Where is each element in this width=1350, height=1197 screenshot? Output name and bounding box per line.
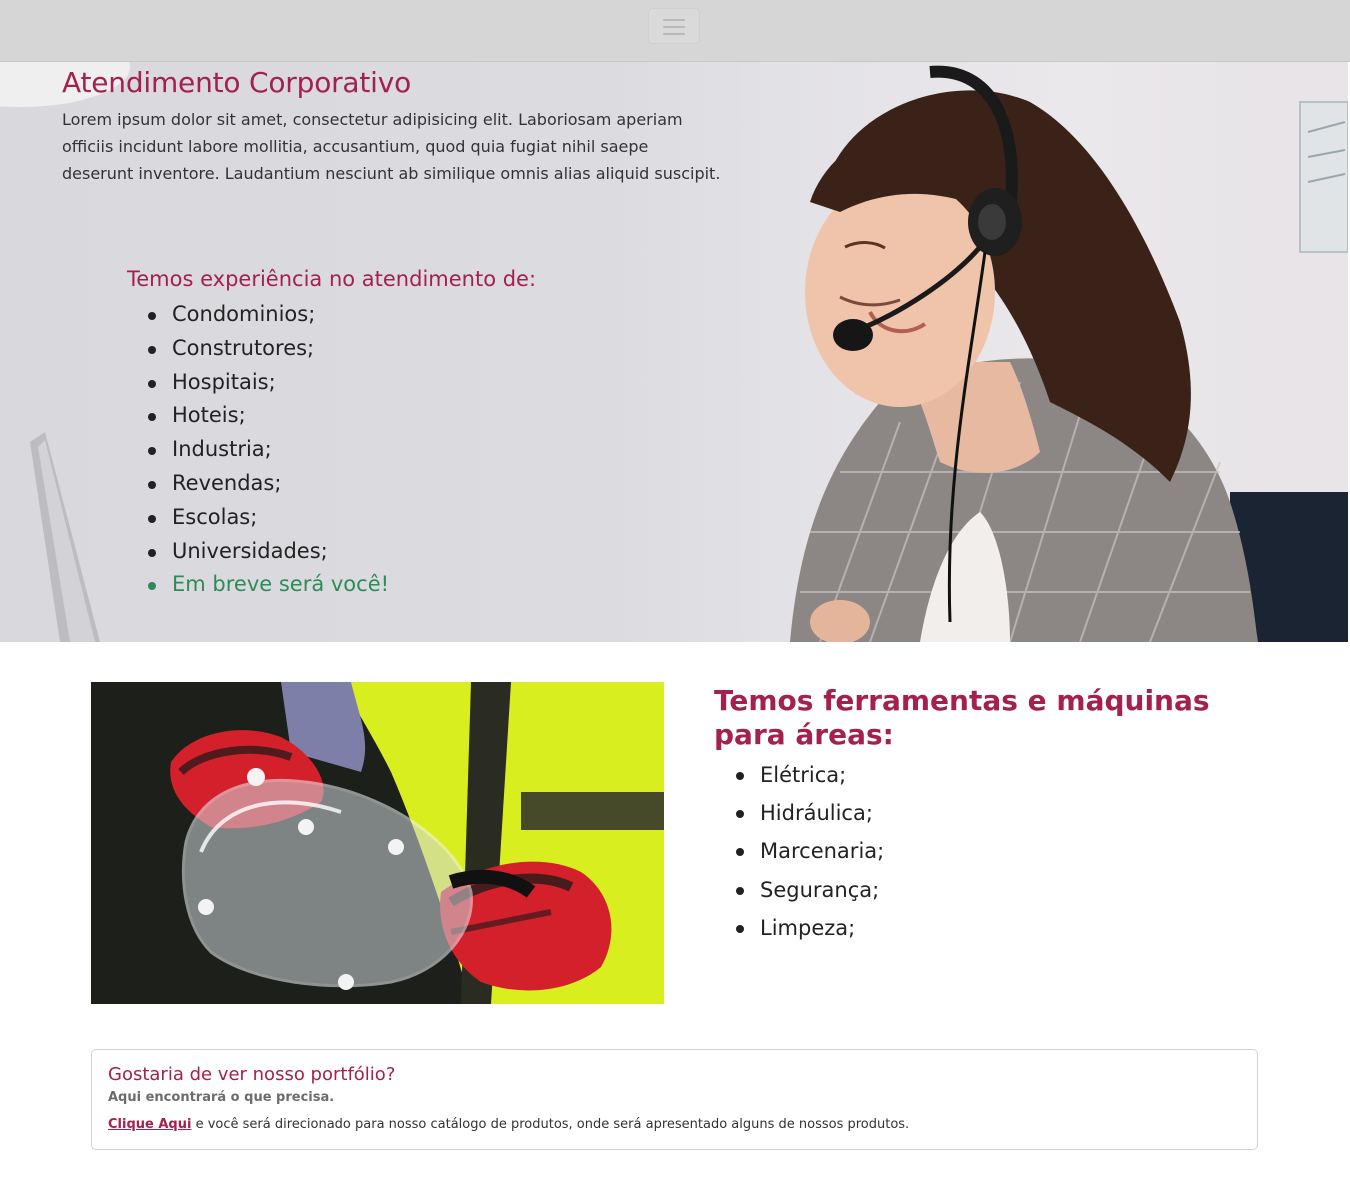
experience-title: Temos experiência no atendimento de:: [127, 267, 537, 291]
card-text: Clique Aqui e você será direcionado para…: [108, 1117, 909, 1132]
navbar: [0, 0, 1350, 62]
list-item: Hoteis;: [147, 399, 389, 433]
list-item: Marcenaria;: [735, 832, 884, 870]
list-item: Escolas;: [147, 501, 389, 535]
portfolio-link[interactable]: Clique Aqui: [108, 1117, 191, 1132]
tools-list: Elétrica; Hidráulica; Marcenaria; Segura…: [735, 756, 884, 947]
list-item: Hospitais;: [147, 366, 389, 400]
list-item: Industria;: [147, 433, 389, 467]
experience-list: Condominios; Construtores; Hospitais; Ho…: [147, 298, 389, 602]
hero-section: Atendimento Corporativo Lorem ipsum dolo…: [0, 62, 1348, 642]
list-item: Elétrica;: [735, 756, 884, 794]
list-item: Condominios;: [147, 298, 389, 332]
tools-title: Temos ferramentas e máquinas para áreas:: [714, 684, 1210, 751]
navbar-toggler-button[interactable]: [648, 8, 700, 44]
card-subtitle: Aqui encontrará o que precisa.: [108, 1090, 335, 1105]
safety-goggles-photo: [91, 682, 664, 1004]
portfolio-card: Gostaria de ver nosso portfólio? Aqui en…: [91, 1049, 1258, 1150]
list-item: Segurança;: [735, 871, 884, 909]
list-item: Hidráulica;: [735, 794, 884, 832]
list-item: Universidades;: [147, 535, 389, 569]
list-item: Limpeza;: [735, 909, 884, 947]
list-item-highlight: Em breve será você!: [147, 568, 389, 602]
hero-description: Lorem ipsum dolor sit amet, consectetur …: [62, 110, 721, 183]
list-item: Construtores;: [147, 332, 389, 366]
card-title: Gostaria de ver nosso portfólio?: [108, 1064, 396, 1085]
hero-title: Atendimento Corporativo: [62, 66, 412, 99]
list-item: Revendas;: [147, 467, 389, 501]
card-description: e você será direcionado para nosso catál…: [191, 1117, 910, 1132]
